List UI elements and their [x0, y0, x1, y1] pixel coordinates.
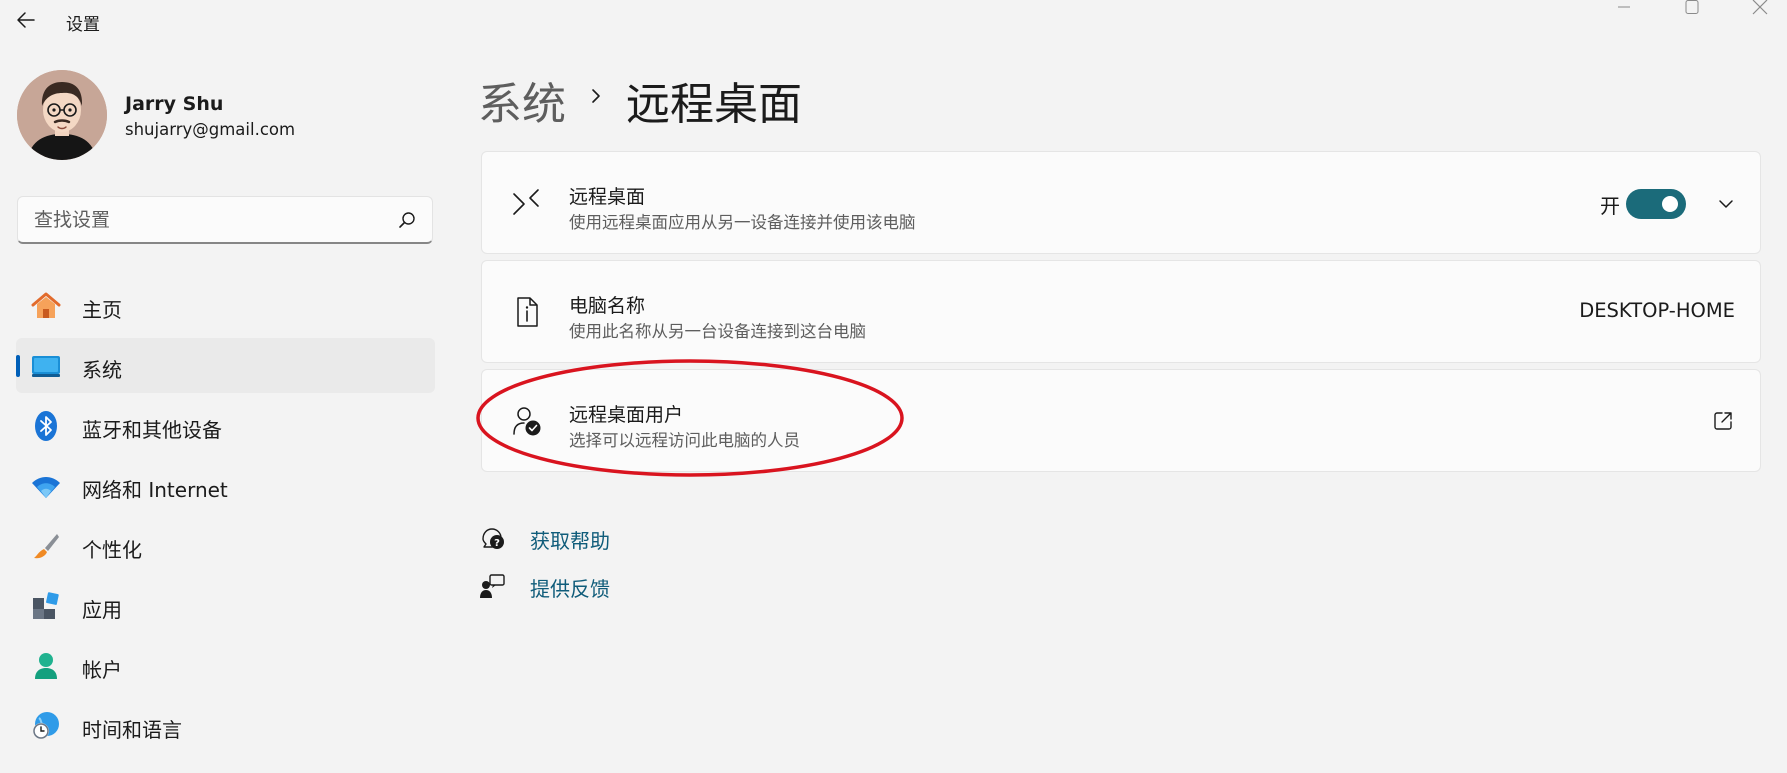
remote-desktop-users-card[interactable]: 远程桌面用户 选择可以远程访问此电脑的人员 [481, 369, 1761, 472]
globe-clock-icon [33, 712, 59, 739]
chevron-right-icon [592, 89, 600, 103]
chevron-down-icon[interactable] [1716, 194, 1736, 214]
sidebar-item-apps[interactable]: 应用 [16, 578, 435, 633]
back-arrow-icon [17, 12, 35, 28]
remote-desktop-card[interactable]: 远程桌面 使用远程桌面应用从另一设备连接并使用该电脑 开 [481, 151, 1761, 254]
search-input[interactable] [32, 197, 392, 242]
page-title: 远程桌面 [626, 79, 802, 130]
card-subtitle: 选择可以远程访问此电脑的人员 [569, 431, 800, 450]
account-icon [35, 653, 57, 679]
sidebar-item-time-language[interactable]: 时间和语言 [16, 698, 435, 753]
toggle-knob [1662, 196, 1678, 212]
search-box[interactable] [17, 196, 433, 244]
user-email: shujarry@gmail.com [125, 120, 296, 139]
sidebar-item-bluetooth[interactable]: 蓝牙和其他设备 [16, 398, 435, 453]
card-title: 远程桌面 [569, 186, 646, 208]
maximize-icon [1685, 0, 1699, 14]
svg-text:?: ? [494, 538, 500, 549]
card-title: 电脑名称 [569, 295, 646, 317]
sidebar-item-personalization[interactable]: 个性化 [16, 518, 435, 573]
wifi-icon [32, 477, 60, 498]
card-subtitle: 使用远程桌面应用从另一设备连接并使用该电脑 [569, 213, 916, 232]
title-bar: 设置 [0, 0, 1787, 40]
pc-name-value: DESKTOP-HOME [1579, 299, 1735, 322]
give-feedback-label: 提供反馈 [530, 577, 610, 601]
sidebar-item-label: 个性化 [82, 538, 142, 562]
sidebar-item-home[interactable]: 主页 [16, 278, 435, 333]
back-button[interactable] [14, 8, 38, 32]
sidebar-item-network[interactable]: 网络和 Internet [16, 458, 435, 513]
sidebar-item-label: 蓝牙和其他设备 [82, 418, 222, 442]
sidebar-item-accounts[interactable]: 帐户 [16, 638, 435, 693]
minimize-button[interactable] [1604, 0, 1644, 16]
user-avatar-icon [17, 70, 107, 160]
sidebar-item-label: 应用 [82, 598, 122, 622]
sidebar-nav: 主页 系统 蓝牙和其他设备 网络和 Internet 个性化 应用 帐户 时间和… [16, 278, 435, 758]
get-help-label: 获取帮助 [530, 529, 610, 553]
maximize-button[interactable] [1672, 0, 1712, 16]
pc-name-card: 电脑名称 使用此名称从另一台设备连接到这台电脑 DESKTOP-HOME [481, 260, 1761, 363]
user-check-icon [513, 407, 541, 436]
search-icon[interactable] [398, 211, 416, 229]
help-chat-icon: ? [482, 528, 504, 549]
apps-icon [33, 592, 59, 619]
remote-desktop-icon [513, 189, 539, 215]
system-display-icon [32, 356, 60, 377]
toggle-state-label: 开 [1600, 194, 1620, 218]
avatar[interactable] [17, 70, 107, 160]
user-name: Jarry Shu [125, 93, 224, 115]
open-external-icon[interactable] [1712, 410, 1734, 432]
app-title: 设置 [66, 15, 100, 35]
sidebar-item-system[interactable]: 系统 [16, 338, 435, 393]
breadcrumb-parent[interactable]: 系统 [478, 68, 566, 132]
bluetooth-icon [35, 411, 57, 441]
sidebar-item-label: 主页 [82, 298, 122, 322]
card-title: 远程桌面用户 [569, 404, 684, 426]
pc-info-icon [517, 297, 538, 327]
sidebar-item-label: 网络和 Internet [82, 478, 228, 502]
sidebar-item-label: 系统 [82, 358, 122, 382]
feedback-icon [480, 574, 505, 598]
close-button[interactable] [1740, 0, 1780, 16]
home-icon [31, 292, 61, 318]
remote-desktop-toggle[interactable] [1626, 189, 1686, 219]
minimize-icon [1618, 6, 1630, 8]
close-icon [1752, 0, 1768, 15]
sidebar-item-label: 时间和语言 [82, 718, 182, 742]
sidebar-item-label: 帐户 [82, 658, 122, 682]
card-subtitle: 使用此名称从另一台设备连接到这台电脑 [569, 322, 866, 341]
paintbrush-icon [34, 534, 59, 559]
